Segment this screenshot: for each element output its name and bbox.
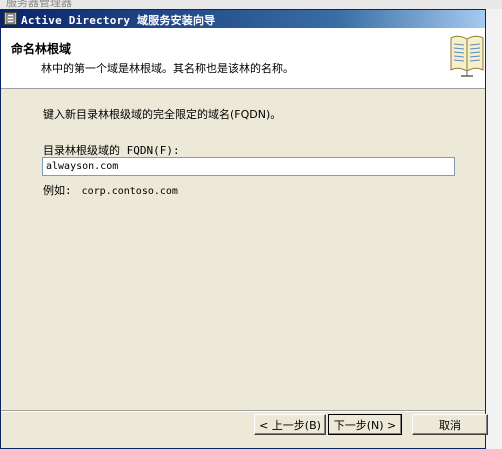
cancel-button[interactable]: 取消 xyxy=(412,414,488,435)
page-title: 命名林根域 xyxy=(11,42,72,56)
fqdn-input[interactable] xyxy=(42,157,455,176)
book-icon xyxy=(450,35,484,77)
background-window-strip: 服务器管理器 xyxy=(0,0,502,9)
wizard-body: 键入新目录林根级域的完全限定的域名(FQDN)。 目录林根级域的 FQDN(F)… xyxy=(1,89,485,409)
fqdn-example: 例如: corp.contoso.com xyxy=(43,182,178,198)
title-bar[interactable]: Active Directory 域服务安装向导 xyxy=(1,10,485,28)
button-separator xyxy=(1,410,485,412)
background-window-edge xyxy=(485,9,502,449)
next-button[interactable]: 下一步(N) > xyxy=(328,414,402,435)
server-icon xyxy=(4,12,17,25)
wizard-header: 命名林根域 林中的第一个域是林根域。其名称也是该林的名称。 xyxy=(1,28,485,89)
fqdn-prompt: 键入新目录林根级域的完全限定的域名(FQDN)。 xyxy=(43,108,282,121)
background-window-title: 服务器管理器 xyxy=(6,0,72,9)
example-label: 例如: xyxy=(43,184,72,197)
window-title: Active Directory 域服务安装向导 xyxy=(21,14,216,27)
back-button[interactable]: < 上一步(B) xyxy=(254,414,326,435)
page-subtitle: 林中的第一个域是林根域。其名称也是该林的名称。 xyxy=(41,62,294,75)
wizard-dialog: Active Directory 域服务安装向导 命名林根域 林中的第一个域是林… xyxy=(0,9,488,449)
fqdn-label: 目录林根级域的 FQDN(F): xyxy=(43,144,180,157)
example-value: corp.contoso.com xyxy=(81,186,178,197)
